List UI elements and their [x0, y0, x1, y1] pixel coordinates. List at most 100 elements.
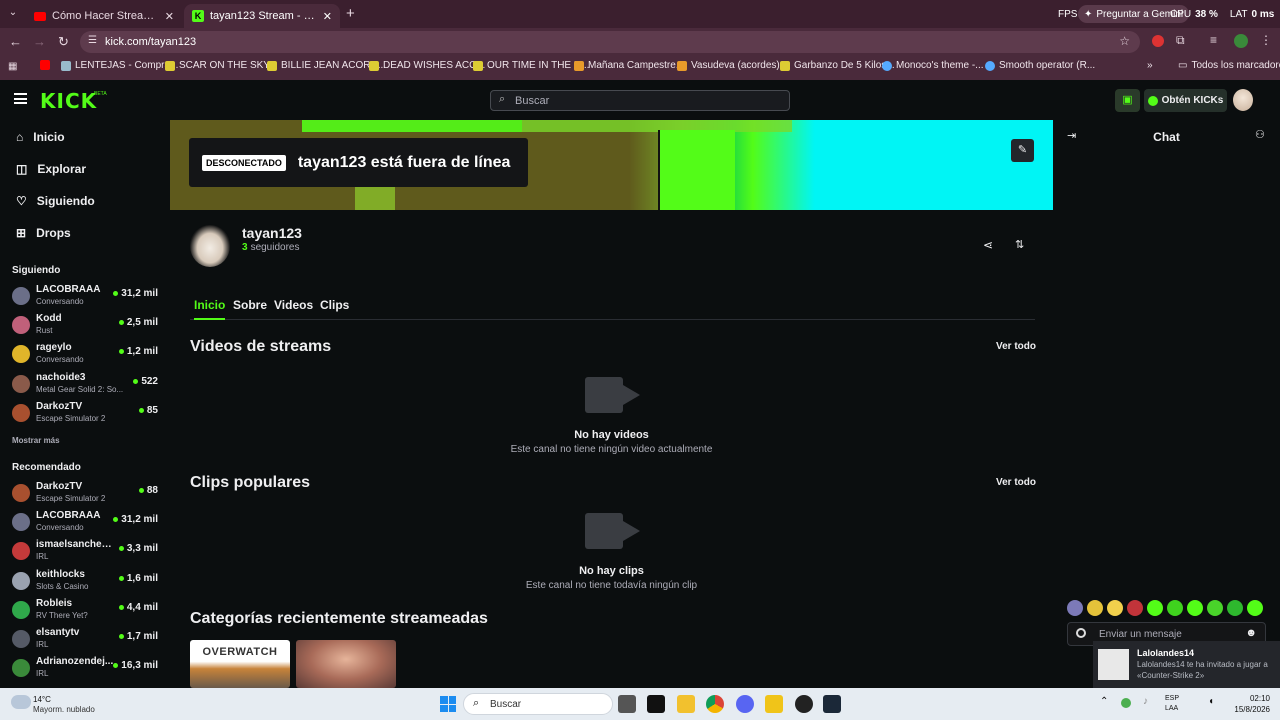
user-avatar[interactable]	[1233, 89, 1253, 111]
tab-clips[interactable]: Clips	[320, 298, 349, 312]
steam-icon[interactable]	[823, 695, 841, 713]
back-icon[interactable]: ←	[9, 34, 22, 49]
category-card-overwatch[interactable]: OVERWATCH	[190, 640, 290, 688]
channel-row[interactable]: LACOBRAAA Conversando 31,2 mil	[12, 510, 162, 538]
nav-explorar[interactable]: ◫ Explorar	[16, 162, 86, 176]
channel-row[interactable]: DarkozTV Escape Simulator 2 85	[12, 401, 162, 429]
channel-row[interactable]: nachoide3 Metal Gear Solid 2: So... 522	[12, 372, 162, 400]
emote-icon[interactable]	[1087, 600, 1103, 616]
close-tab-icon[interactable]: ✕	[323, 10, 332, 23]
emote-icon[interactable]	[1227, 600, 1243, 616]
emote-icon[interactable]	[1207, 600, 1223, 616]
steam-notification[interactable]: Lalolandes14 Lalolandes14 te ha invitado…	[1093, 641, 1280, 688]
menu-icon[interactable]: ⋮	[1260, 33, 1272, 47]
channel-row[interactable]: elsantytv IRL 1,7 mil	[12, 627, 162, 655]
viewer-count: 16,3 mil	[113, 660, 158, 671]
browser-tab-1[interactable]: Cómo Hacer Streams en Kick [C ✕	[26, 4, 182, 28]
nav-drops[interactable]: ⊞ Drops	[16, 226, 71, 240]
tab-search-icon[interactable]: ⌄	[6, 7, 20, 21]
emote-icon[interactable]	[1187, 600, 1203, 616]
channel-row[interactable]: Robleis RV There Yet? 4,4 mil	[12, 598, 162, 626]
task-view-icon[interactable]	[618, 695, 636, 713]
channel-row[interactable]: DarkozTV Escape Simulator 2 88	[12, 481, 162, 509]
bookmark-2[interactable]: SCAR ON THE SKY...	[165, 60, 277, 71]
channel-row[interactable]: keithlocks Slots & Casino 1,6 mil	[12, 569, 162, 597]
bookmark-youtube-icon[interactable]	[40, 60, 50, 70]
kick-cash-icon[interactable]: ▣	[1115, 89, 1140, 112]
media-icon[interactable]: ≡	[1210, 33, 1217, 47]
channel-row[interactable]: rageylo Conversando 1,2 mil	[12, 342, 162, 370]
bookmark-9[interactable]: Monoco's theme -...	[882, 60, 984, 71]
bookmark-6[interactable]: Mañana Campestre...	[574, 60, 684, 71]
start-icon[interactable]	[440, 696, 456, 712]
chat-badge-icon[interactable]	[1076, 628, 1086, 638]
bookmark-4[interactable]: DEAD WISHES ACO...	[369, 60, 485, 71]
profile-avatar[interactable]	[1234, 34, 1248, 48]
file-explorer-icon[interactable]	[677, 695, 695, 713]
bookmark-1[interactable]: LENTEJAS - Compra...	[61, 60, 178, 71]
live-dot-icon	[113, 663, 119, 669]
videos-see-all-link[interactable]: Ver todo	[996, 341, 1036, 352]
channel-row[interactable]: Adrianozendej... IRL 16,3 mil	[12, 656, 162, 684]
all-bookmarks[interactable]: ▭ Todos los marcadores	[1178, 60, 1280, 71]
emote-icon[interactable]	[1107, 600, 1123, 616]
get-kicks-button[interactable]: Obtén KICKs	[1144, 89, 1227, 112]
site-info-icon[interactable]: ☰	[88, 35, 97, 46]
tray-chevron-icon[interactable]: ⌃	[1100, 696, 1108, 707]
bookmark-8[interactable]: Garbanzo De 5 Kilos...	[780, 60, 895, 71]
tab-inicio[interactable]: Inicio	[194, 298, 226, 320]
live-dot-icon	[118, 349, 124, 355]
emoji-icon[interactable]: ☻	[1245, 627, 1257, 639]
apps-grid-icon[interactable]: ▦	[8, 61, 17, 72]
kick-logo[interactable]: KICK	[40, 89, 97, 113]
lang-label[interactable]: ESP	[1165, 695, 1179, 702]
nav-inicio[interactable]: ⌂ Inicio	[16, 130, 65, 144]
clock-time[interactable]: 02:10	[1232, 694, 1270, 703]
url-field[interactable]: ☰ kick.com/tayan123 ☆	[80, 31, 1140, 53]
new-tab-button[interactable]: +	[346, 5, 355, 22]
browser-tab-2[interactable]: K tayan123 Stream - Watch Live o ✕	[184, 4, 340, 28]
lat-label: LAT	[1229, 9, 1248, 20]
emote-icon[interactable]	[1247, 600, 1263, 616]
close-tab-icon[interactable]: ✕	[165, 10, 174, 23]
reload-icon[interactable]: ↻	[58, 34, 69, 50]
notion-icon[interactable]	[647, 695, 665, 713]
emote-icon[interactable]	[1147, 600, 1163, 616]
weather-icon[interactable]	[11, 695, 31, 709]
obs-icon[interactable]	[795, 695, 813, 713]
clips-see-all-link[interactable]: Ver todo	[996, 477, 1036, 488]
forward-icon[interactable]: →	[33, 34, 46, 49]
channel-row[interactable]: ismaelsanchez18 IRL 3,3 mil	[12, 539, 162, 567]
category-card-2[interactable]	[296, 640, 396, 688]
emote-icon[interactable]	[1127, 600, 1143, 616]
more-bookmarks-icon[interactable]: »	[1147, 60, 1153, 71]
hamburger-menu-icon[interactable]	[14, 93, 27, 104]
share-icon[interactable]: ⋖	[983, 238, 993, 252]
show-more-link[interactable]: Mostrar más	[12, 436, 60, 445]
nav-label: Siguiendo	[36, 194, 95, 208]
bookmark-5[interactable]: OUR TIME IN THE U...	[473, 60, 589, 71]
bookmark-7[interactable]: Vasudeva (acordes)...	[677, 60, 788, 71]
taskbar-search[interactable]: ⌕ Buscar	[463, 693, 613, 715]
tray-app-icon[interactable]	[1121, 698, 1131, 708]
mic-icon[interactable]: ♪	[1143, 696, 1148, 707]
emote-icon[interactable]	[1067, 600, 1083, 616]
channel-row[interactable]: Kodd Rust 2,5 mil	[12, 313, 162, 341]
discord-icon[interactable]	[736, 695, 754, 713]
mod-tools-icon[interactable]: ⇅	[1015, 238, 1024, 251]
channel-row[interactable]: LACOBRAAA Conversando 31,2 mil	[12, 284, 162, 312]
search-box[interactable]: ⌕ Buscar	[490, 90, 790, 111]
tab-sobre[interactable]: Sobre	[233, 298, 267, 312]
nav-siguiendo[interactable]: ♡ Siguiendo	[16, 194, 95, 208]
edit-banner-button[interactable]: ✎	[1011, 139, 1034, 162]
extension-icon[interactable]	[1152, 35, 1164, 47]
emote-icon[interactable]	[1167, 600, 1183, 616]
bookmark-10[interactable]: Smooth operator (R...	[985, 60, 1095, 71]
tab-videos[interactable]: Videos	[274, 298, 313, 312]
speaker-icon[interactable]: ◖	[1208, 696, 1214, 707]
chrome-icon[interactable]	[706, 695, 724, 713]
puzzle-icon[interactable]: ⧉	[1176, 33, 1185, 48]
app-icon[interactable]	[765, 695, 783, 713]
bookmark-star-icon[interactable]: ☆	[1119, 34, 1130, 48]
chat-users-icon[interactable]: ⚇	[1255, 128, 1265, 141]
